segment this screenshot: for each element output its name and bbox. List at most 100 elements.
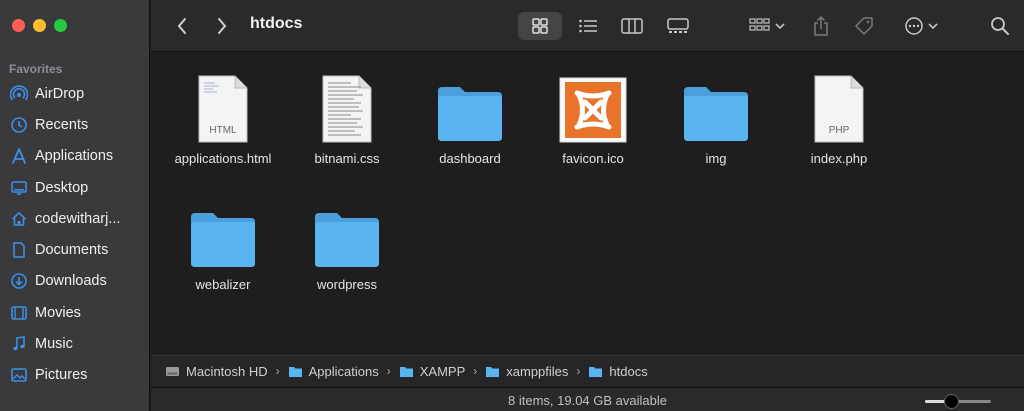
- php-file-icon: PHP: [804, 71, 874, 143]
- search-icon: [991, 17, 1009, 35]
- sidebar-item-movies[interactable]: Movies: [0, 297, 150, 328]
- file-item[interactable]: bitnami.css: [287, 71, 407, 166]
- breadcrumb-label: XAMPP: [419, 363, 466, 379]
- forward-button[interactable]: [211, 12, 233, 40]
- list-icon: [579, 19, 597, 33]
- sidebar-item-label: Applications: [35, 148, 114, 165]
- sidebar-item-recents[interactable]: Recents: [0, 109, 150, 140]
- sidebar-item-label: AirDrop: [35, 85, 85, 102]
- home-icon: [10, 210, 28, 228]
- path-bar: Macintosh HD › Applications › XAMPP › xa…: [151, 355, 1024, 386]
- file-item[interactable]: PHP index.php: [779, 71, 899, 166]
- group-button[interactable]: [745, 12, 789, 40]
- folder-icon: [399, 366, 413, 377]
- xampp-logo-icon: [558, 71, 628, 143]
- sidebar-item-downloads[interactable]: Downloads: [0, 266, 150, 297]
- css-file-icon: [312, 71, 382, 143]
- breadcrumb-separator: ›: [473, 364, 478, 378]
- grid-icon: [532, 18, 548, 34]
- file-name: webalizer: [195, 277, 251, 292]
- gallery-view-button[interactable]: [663, 12, 693, 40]
- tag-button[interactable]: [851, 12, 877, 40]
- document-icon: [10, 241, 28, 259]
- file-name: dashboard: [439, 151, 501, 166]
- column-view-button[interactable]: [617, 12, 647, 40]
- sidebar-item-applications[interactable]: Applications: [0, 141, 150, 172]
- folder-icon: [486, 366, 500, 377]
- ellipsis-circle-icon: [905, 17, 923, 35]
- file-item[interactable]: img: [656, 71, 776, 166]
- search-button[interactable]: [987, 12, 1013, 40]
- airdrop-icon: [10, 84, 28, 103]
- zoom-window-button[interactable]: [54, 19, 67, 32]
- file-grid: HTML applications.html bitnami.css dashb…: [151, 53, 1024, 355]
- window-controls: [12, 19, 67, 32]
- status-bar: 8 items, 19.04 GB available: [151, 387, 1024, 411]
- breadcrumb-applications[interactable]: Applications: [288, 364, 379, 379]
- svg-text:PHP: PHP: [829, 125, 850, 136]
- folder-icon: [312, 197, 382, 269]
- file-item[interactable]: favicon.ico: [533, 71, 653, 166]
- file-name: applications.html: [174, 151, 272, 166]
- sidebar-item-label: Documents: [35, 242, 109, 259]
- film-icon: [10, 304, 28, 322]
- breadcrumb-separator: ›: [275, 364, 280, 378]
- sidebar-item-desktop[interactable]: Desktop: [0, 172, 150, 203]
- sidebar-section-favorites: Favorites: [9, 62, 63, 76]
- sidebar-item-label: Movies: [35, 304, 81, 321]
- breadcrumb-macintosh-hd[interactable]: Macintosh HD: [165, 364, 268, 379]
- picture-icon: [10, 366, 28, 384]
- chevron-right-icon: [218, 18, 227, 34]
- sidebar-item-home[interactable]: codewitharj...: [0, 203, 150, 234]
- sidebar-item-music[interactable]: Music: [0, 328, 150, 359]
- breadcrumb-label: Applications: [308, 363, 379, 379]
- folder-icon: [589, 366, 603, 377]
- sidebar-item-pictures[interactable]: Pictures: [0, 360, 150, 391]
- download-icon: [10, 272, 28, 290]
- file-name: index.php: [810, 151, 868, 166]
- finder-window: Favorites AirDrop Recents Applications D…: [0, 0, 1024, 411]
- window-title: htdocs: [250, 15, 303, 32]
- tag-icon: [855, 17, 873, 35]
- sidebar-item-airdrop[interactable]: AirDrop: [0, 78, 150, 109]
- file-item[interactable]: webalizer: [163, 197, 283, 292]
- action-menu-button[interactable]: [899, 12, 943, 40]
- folder-icon: [435, 71, 505, 143]
- sidebar-item-label: Pictures: [35, 367, 88, 384]
- file-item[interactable]: HTML applications.html: [163, 71, 283, 166]
- desktop-icon: [10, 179, 28, 197]
- breadcrumb-xamppfiles[interactable]: xamppfiles: [485, 364, 568, 379]
- toolbar: htdocs: [151, 0, 1024, 52]
- breadcrumb-xampp[interactable]: XAMPP: [399, 363, 466, 379]
- sidebar-item-label: Downloads: [35, 273, 107, 290]
- sidebar-item-label: Recents: [35, 116, 89, 133]
- icon-size-slider[interactable]: [925, 394, 991, 409]
- folder-icon: [288, 366, 302, 377]
- back-button[interactable]: [171, 12, 193, 40]
- breadcrumb-label: xamppfiles: [506, 363, 569, 379]
- minimize-window-button[interactable]: [33, 19, 46, 32]
- list-view-button[interactable]: [573, 12, 603, 40]
- sidebar-item-label: Desktop: [35, 179, 89, 196]
- sidebar-item-label: Music: [35, 336, 73, 353]
- icon-view-button[interactable]: [518, 12, 562, 40]
- file-item[interactable]: dashboard: [410, 71, 530, 166]
- clock-icon: [10, 116, 28, 134]
- share-button[interactable]: [809, 12, 833, 40]
- folder-icon: [681, 71, 751, 143]
- breadcrumb-separator: ›: [386, 364, 391, 378]
- main-pane: htdocs HTML applications.html bitnami.cs…: [151, 0, 1024, 411]
- file-item[interactable]: wordpress: [287, 197, 407, 292]
- chevron-left-icon: [177, 18, 186, 34]
- close-window-button[interactable]: [12, 19, 25, 32]
- breadcrumb-htdocs[interactable]: htdocs: [588, 364, 648, 379]
- file-name: wordpress: [317, 277, 377, 292]
- svg-text:HTML: HTML: [209, 125, 237, 136]
- gallery-icon: [667, 18, 689, 33]
- music-icon: [10, 335, 28, 353]
- chevron-down-icon: [928, 23, 938, 30]
- sidebar-item-documents[interactable]: Documents: [0, 234, 150, 265]
- file-name: favicon.ico: [562, 151, 624, 166]
- breadcrumb-label: Macintosh HD: [186, 363, 268, 379]
- breadcrumb-separator: ›: [576, 364, 581, 378]
